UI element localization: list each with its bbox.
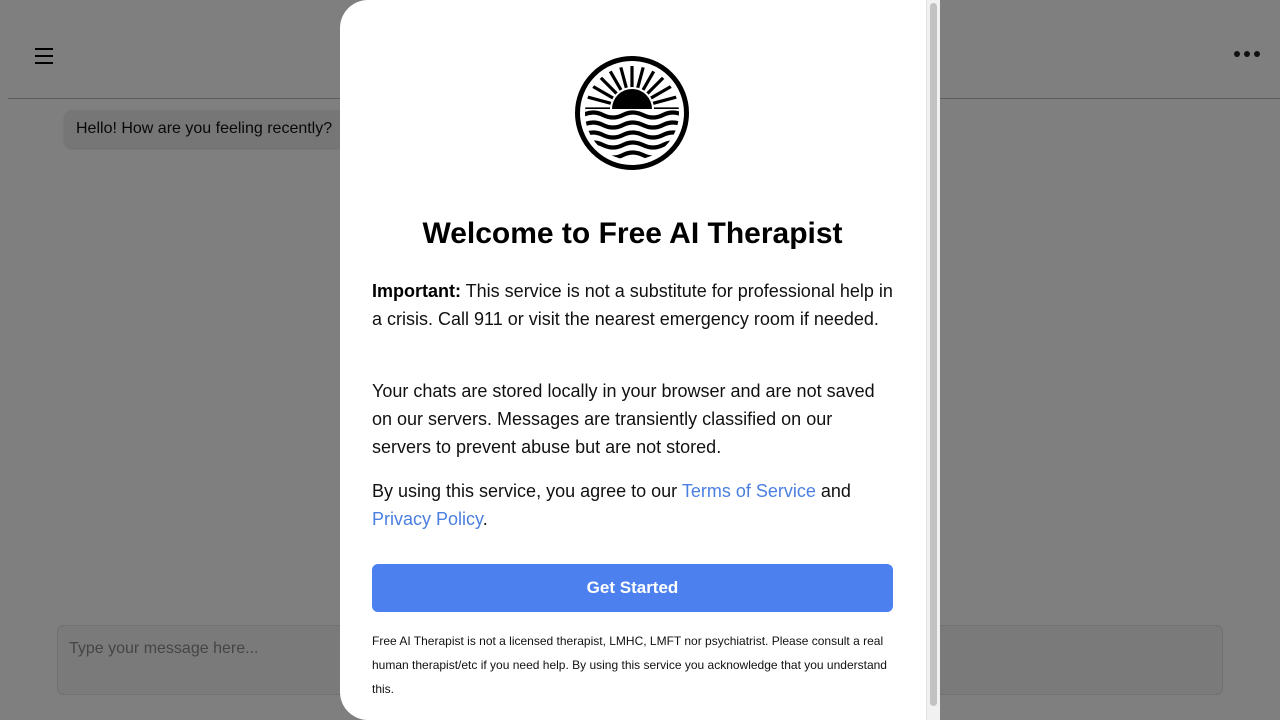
get-started-button[interactable]: Get Started — [372, 564, 893, 612]
agreement-suffix: . — [482, 509, 488, 529]
privacy-notice: Your chats are stored locally in your br… — [372, 381, 875, 457]
privacy-policy-link[interactable]: Privacy Policy — [372, 509, 483, 529]
important-label: Important: — [372, 281, 461, 301]
agreement-notice: By using this service, you agree to our … — [372, 477, 893, 533]
agreement-and: and — [815, 481, 851, 501]
agreement-prefix: By using this service, you agree to our — [372, 481, 682, 501]
modal-scrollbar[interactable] — [926, 0, 940, 720]
sunrise-logo-icon — [575, 56, 689, 170]
modal-title: Welcome to Free AI Therapist — [422, 217, 843, 250]
scrollbar-thumb[interactable] — [930, 3, 937, 706]
welcome-modal: Welcome to Free AI Therapist Important: … — [340, 0, 940, 720]
terms-of-service-link[interactable]: Terms of Service — [682, 481, 816, 501]
disclaimer-footnote: Free AI Therapist is not a licensed ther… — [372, 634, 887, 696]
crisis-notice: Important: This service is not a substit… — [372, 277, 893, 333]
